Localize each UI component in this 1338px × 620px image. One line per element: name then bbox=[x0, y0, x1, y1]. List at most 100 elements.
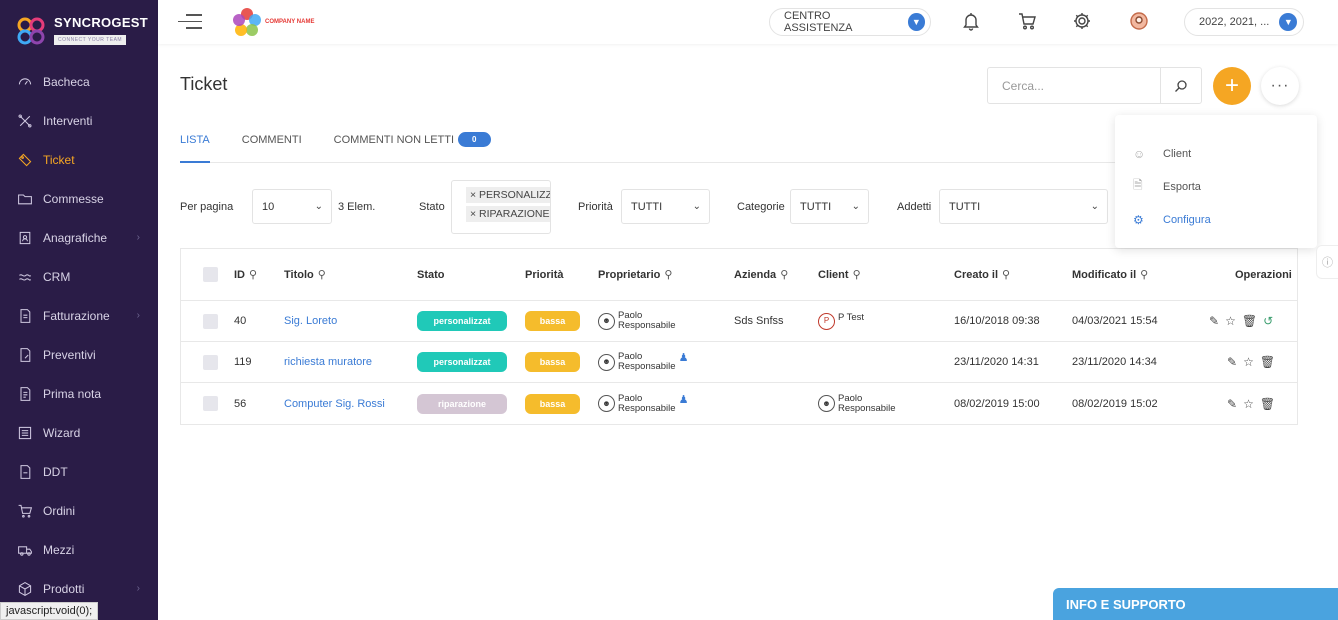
client-first: Paolo bbox=[838, 392, 863, 404]
priorita-select[interactable]: TUTTI ⌄ bbox=[621, 189, 710, 224]
more-options-menu: ☺ Client 🗎 Esporta ⚙ Configura bbox=[1115, 115, 1317, 248]
col-creato[interactable]: Creato il ⚲ bbox=[954, 249, 1010, 300]
search-button[interactable] bbox=[1160, 68, 1201, 103]
col-titolo[interactable]: Titolo ⚲ bbox=[284, 249, 326, 300]
col-id[interactable]: ID ⚲ bbox=[234, 249, 257, 300]
priority-badge: bassa bbox=[525, 393, 580, 414]
owner-last: Responsabile bbox=[618, 402, 676, 414]
users-icon[interactable]: ♟ bbox=[679, 394, 689, 405]
ticket-title-link[interactable]: Sig. Loreto bbox=[284, 301, 337, 341]
stato-tag[interactable]: × PERSONALIZZATO bbox=[466, 187, 550, 203]
edit-icon[interactable]: ✎ bbox=[1227, 355, 1237, 369]
trash-icon[interactable]: 🗑 bbox=[1260, 355, 1275, 369]
row-checkbox[interactable] bbox=[203, 313, 218, 329]
sidebar-item-bacheca[interactable]: Bacheca bbox=[0, 62, 158, 101]
col-label: Client bbox=[818, 268, 849, 281]
add-ticket-button[interactable]: + bbox=[1213, 67, 1251, 105]
bell-icon[interactable] bbox=[960, 10, 982, 32]
search-box[interactable]: Cerca... bbox=[987, 67, 1202, 104]
sidebar-item-prima-nota[interactable]: Prima nota bbox=[0, 374, 158, 413]
brand[interactable]: SYNCROGEST CONNECT YOUR TEAM bbox=[0, 0, 158, 62]
stato-multiselect[interactable]: × PERSONALIZZATO × RIPARAZIONE bbox=[451, 180, 551, 234]
years-label: 2022, 2021, ... bbox=[1199, 16, 1270, 28]
gear-icon[interactable] bbox=[1071, 10, 1093, 32]
sidebar-item-commesse[interactable]: Commesse bbox=[0, 179, 158, 218]
years-dropdown[interactable]: 2022, 2021, ... ▼ bbox=[1184, 8, 1304, 36]
table-row[interactable]: 40 Sig. Loreto personalizzat bassa ☻ Pao… bbox=[181, 301, 1297, 342]
sidebar-item-interventi[interactable]: Interventi bbox=[0, 101, 158, 140]
row-checkbox[interactable] bbox=[203, 354, 218, 370]
user-avatar-icon: ☻ bbox=[598, 312, 615, 330]
sidebar-item-mezzi[interactable]: Mezzi bbox=[0, 530, 158, 569]
chevron-down-icon: ⌄ bbox=[1090, 201, 1099, 212]
modified-date: 23/11/2020 14:34 bbox=[1072, 356, 1157, 368]
avatar[interactable] bbox=[1128, 10, 1150, 32]
menu-item-configura[interactable]: ⚙ Configura bbox=[1115, 203, 1317, 236]
more-options-button[interactable]: ··· bbox=[1261, 67, 1299, 105]
star-icon[interactable]: ☆ bbox=[1243, 397, 1254, 411]
menu-item-esporta[interactable]: 🗎 Esporta bbox=[1115, 170, 1317, 203]
col-client[interactable]: Client ⚲ bbox=[818, 249, 861, 300]
tab-commenti-non-letti[interactable]: COMMENTI NON LETTI 0 bbox=[334, 124, 491, 163]
row-checkbox[interactable] bbox=[203, 396, 218, 411]
client-name: P Test bbox=[838, 312, 865, 323]
col-modificato[interactable]: Modificato il ⚲ bbox=[1072, 249, 1148, 300]
status-badge: personalizzat bbox=[417, 352, 507, 372]
convert-icon[interactable]: ↺ bbox=[1263, 314, 1273, 328]
topbar: COMPANY NAME CENTRO ASSISTENZA ▼ 2022, 2… bbox=[158, 0, 1338, 44]
ticket-title-link[interactable]: richiesta muratore bbox=[284, 342, 372, 382]
gauge-icon bbox=[16, 73, 34, 91]
folder-icon bbox=[16, 190, 34, 208]
categorie-select[interactable]: TUTTI ⌄ bbox=[790, 189, 869, 224]
tab-label: LISTA bbox=[180, 134, 210, 146]
stato-tag[interactable]: × RIPARAZIONE bbox=[466, 206, 550, 222]
col-priorita[interactable]: Priorità bbox=[525, 249, 564, 300]
star-icon[interactable]: ☆ bbox=[1225, 314, 1236, 328]
sidebar-item-wizard[interactable]: Wizard bbox=[0, 413, 158, 452]
sidebar-item-label: CRM bbox=[43, 269, 71, 284]
cart-icon[interactable] bbox=[1016, 10, 1038, 32]
ticket-title-link[interactable]: Computer Sig. Rossi bbox=[284, 383, 385, 424]
table-row[interactable]: 56 Computer Sig. Rossi riparazione bassa… bbox=[181, 383, 1297, 424]
trash-icon[interactable]: 🗑 bbox=[1242, 314, 1257, 328]
edit-icon[interactable]: ✎ bbox=[1227, 397, 1237, 411]
search-icon: ⚲ bbox=[1002, 269, 1011, 281]
addetti-select[interactable]: TUTTI ⌄ bbox=[939, 189, 1108, 224]
addetti-label: Addetti bbox=[897, 201, 932, 213]
tab-lista[interactable]: LISTA bbox=[180, 124, 210, 163]
brand-name: SYNCROGEST bbox=[54, 14, 149, 30]
table-row[interactable]: 119 richiesta muratore personalizzat bas… bbox=[181, 342, 1297, 383]
owner: ☻ Paolo Responsabile ♟ bbox=[598, 342, 688, 382]
modified-date: 08/02/2019 15:02 bbox=[1072, 397, 1158, 410]
users-icon[interactable]: ♟ bbox=[679, 353, 689, 364]
sidebar-item-ddt[interactable]: DDT bbox=[0, 452, 158, 491]
col-stato[interactable]: Stato bbox=[417, 249, 445, 300]
per-page-select[interactable]: 10 ⌄ bbox=[252, 189, 332, 224]
sidebar-item-crm[interactable]: CRM bbox=[0, 257, 158, 296]
search-input[interactable]: Cerca... bbox=[988, 68, 1160, 103]
trash-icon[interactable]: 🗑 bbox=[1260, 397, 1275, 411]
select-all-checkbox[interactable] bbox=[203, 267, 218, 282]
col-azienda[interactable]: Azienda ⚲ bbox=[734, 249, 788, 300]
priorita-label: Priorità bbox=[578, 201, 613, 213]
sidebar-item-ticket[interactable]: Ticket bbox=[0, 140, 158, 179]
support-button[interactable]: INFO E SUPPORTO bbox=[1053, 588, 1338, 620]
owner-first: Paolo bbox=[618, 392, 643, 404]
sidebar-item-fatturazione[interactable]: Fatturazione › bbox=[0, 296, 158, 335]
info-tab-icon[interactable]: ⓘ bbox=[1316, 245, 1338, 279]
company-logo[interactable]: COMPANY NAME bbox=[232, 6, 314, 38]
star-icon[interactable]: ☆ bbox=[1243, 355, 1254, 369]
client-avatar: P bbox=[818, 312, 835, 330]
ticket-id: 56 bbox=[234, 397, 247, 410]
sidebar-item-preventivi[interactable]: Preventivi bbox=[0, 335, 158, 374]
assistance-dropdown[interactable]: CENTRO ASSISTENZA ▼ bbox=[769, 8, 931, 36]
tab-commenti[interactable]: COMMENTI bbox=[242, 124, 302, 163]
sidebar-nav: Bacheca Interventi Ticket Commesse Anagrafic… bbox=[0, 62, 158, 608]
edit-icon[interactable]: ✎ bbox=[1209, 314, 1219, 328]
col-proprietario[interactable]: Proprietario ⚲ bbox=[598, 249, 672, 300]
menu-item-client[interactable]: ☺ Client bbox=[1115, 137, 1317, 170]
sidebar-item-anagrafiche[interactable]: Anagrafiche › bbox=[0, 218, 158, 257]
sidebar-item-ordini[interactable]: Ordini bbox=[0, 491, 158, 530]
menu-toggle-icon[interactable] bbox=[178, 14, 202, 30]
cart-icon bbox=[16, 502, 34, 520]
